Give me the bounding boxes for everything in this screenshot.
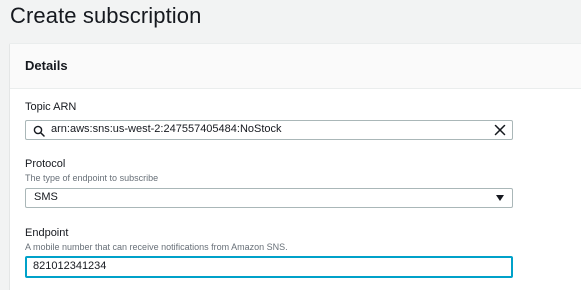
- topic-arn-value: arn:aws:sns:us-west-2:247557405484:NoSto…: [51, 123, 282, 135]
- endpoint-value: 821012341234: [33, 260, 107, 272]
- protocol-selected-value: SMS: [34, 191, 58, 203]
- topic-arn-input[interactable]: arn:aws:sns:us-west-2:247557405484:NoSto…: [25, 120, 513, 140]
- details-panel: Details Topic ARN arn:aws:sns:us-west-2:…: [10, 43, 581, 290]
- close-icon[interactable]: [494, 124, 506, 136]
- details-panel-title: Details: [25, 58, 68, 73]
- protocol-label: Protocol: [25, 158, 66, 170]
- details-panel-header: Details: [10, 44, 581, 89]
- endpoint-description: A mobile number that can receive notific…: [25, 242, 288, 252]
- search-icon: [33, 125, 45, 137]
- protocol-select[interactable]: SMS: [25, 188, 513, 208]
- caret-down-icon: [496, 195, 504, 201]
- topic-arn-label: Topic ARN: [25, 101, 77, 113]
- page-title: Create subscription: [10, 3, 202, 28]
- endpoint-input[interactable]: 821012341234: [25, 256, 513, 278]
- endpoint-label: Endpoint: [25, 227, 69, 239]
- protocol-description: The type of endpoint to subscribe: [25, 173, 159, 183]
